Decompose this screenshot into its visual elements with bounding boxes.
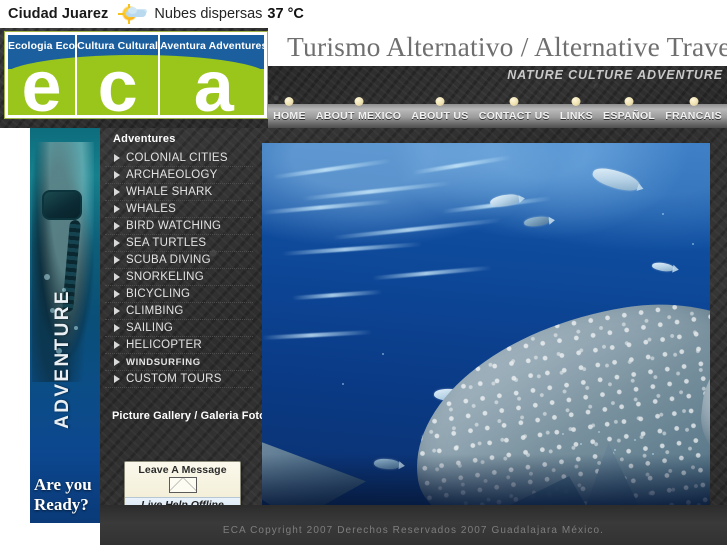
arrow-right-icon: [114, 222, 120, 230]
sidebar-title: Adventures: [113, 133, 176, 145]
sidebar-item-label: SEA TURTLES: [126, 237, 207, 249]
sidebar-item-bicycling[interactable]: BICYCLING: [105, 286, 253, 303]
arrow-right-icon: [114, 273, 120, 281]
nav-item-contact-us[interactable]: CONTACT US: [476, 97, 553, 122]
nav-item-label: ABOUT US: [411, 110, 469, 122]
adventure-banner[interactable]: ADVENTURE Are you Ready?: [30, 128, 100, 523]
nav-item-label: FRANCAIS: [665, 110, 722, 122]
nav-dot-icon: [571, 97, 581, 106]
arrow-right-icon: [114, 324, 120, 332]
sidebar-item-sea-turtles[interactable]: SEA TURTLES: [105, 235, 253, 252]
sidebar-item-label: WHALES: [126, 203, 177, 215]
sidebar-item-windsurfing[interactable]: WINDSURFING: [105, 354, 253, 371]
eca-logo[interactable]: Ecologia Eco e Cultura Cultural c Aventu…: [5, 32, 267, 118]
leave-a-message-button[interactable]: Leave A Message: [125, 462, 240, 497]
sidebar-item-archaeology[interactable]: ARCHAEOLOGY: [105, 167, 253, 184]
sidebar-item-label: CLIMBING: [126, 305, 184, 317]
weather-bar: Ciudad Juarez Nubes dispersas 37 °C: [0, 0, 727, 28]
footer-copyright: ECA Copyright 2007 Derechos Reservados 2…: [222, 525, 605, 536]
arrow-right-icon: [114, 239, 120, 247]
adventure-vertical-text: ADVENTURE: [52, 289, 73, 429]
arrow-right-icon: [114, 256, 120, 264]
nav-dot-icon: [435, 97, 445, 106]
sidebar-item-whales[interactable]: WHALES: [105, 201, 253, 218]
sidebar-item-label: COLONIAL CITIES: [126, 152, 228, 164]
sidebar-item-label: WHALE SHARK: [126, 186, 213, 198]
arrow-right-icon: [114, 188, 120, 196]
sidebar-item-bird-watching[interactable]: BIRD WATCHING: [105, 218, 253, 235]
sidebar-item-label: SNORKELING: [126, 271, 204, 283]
arrow-right-icon: [114, 375, 120, 383]
sidebar-item-label: CUSTOM TOURS: [126, 373, 222, 385]
arrow-right-icon: [114, 205, 120, 213]
nav-dot-icon: [284, 97, 294, 106]
nav-item-label: CONTACT US: [478, 110, 550, 122]
logo-cell-caption: Cultura Cultural: [77, 40, 159, 52]
sidebar-item-label: WINDSURFING: [126, 356, 201, 368]
logo-cell-letter: e: [21, 47, 62, 115]
nav-item-about-mexico[interactable]: ABOUT MEXICO: [313, 97, 404, 122]
weather-description: Nubes dispersas: [154, 6, 263, 22]
nav-dot-icon: [624, 97, 634, 106]
main-photo-frame[interactable]: [262, 143, 710, 505]
sidebar-item-helicopter[interactable]: HELICOPTER: [105, 337, 253, 354]
nav-dot-icon: [509, 97, 519, 106]
adventures-sidebar: Adventures COLONIAL CITIES ARCHAEOLOGY W…: [105, 128, 253, 390]
nav-item-label: LINKS: [559, 110, 593, 122]
deep-water-shade: [262, 454, 710, 505]
sidebar-item-snorkeling[interactable]: SNORKELING: [105, 269, 253, 286]
nav-dot-icon: [689, 97, 699, 106]
sidebar-item-custom-tours[interactable]: CUSTOM TOURS: [105, 371, 253, 388]
logo-cell-letter: c: [97, 47, 138, 115]
weather-city: Ciudad Juarez: [8, 6, 109, 22]
whale-shark-photo: [262, 143, 710, 505]
sidebar-item-label: BICYCLING: [126, 288, 191, 300]
nav-item-label: HOME: [273, 110, 306, 122]
arrow-right-icon: [114, 307, 120, 315]
page-root: Ciudad Juarez Nubes dispersas 37 °C Turi…: [0, 0, 727, 545]
envelope-icon: [168, 477, 197, 493]
logo-cell-caption: Aventura Adventures: [160, 40, 264, 52]
logo-cell-letter: a: [193, 47, 234, 115]
picture-gallery-link[interactable]: Picture Gallery / Galeria Fotos: [112, 410, 272, 422]
nav-item-francais[interactable]: FRANCAIS: [662, 97, 725, 122]
nav-item-about-us[interactable]: ABOUT US: [408, 97, 471, 122]
nav-item-label: ESPAÑOL: [603, 110, 656, 122]
nav-item-espanol[interactable]: ESPAÑOL: [600, 97, 658, 122]
sidebar-item-scuba-diving[interactable]: SCUBA DIVING: [105, 252, 253, 269]
logo-cell-caption: Ecologia Eco: [8, 40, 76, 52]
arrow-right-icon: [114, 341, 120, 349]
arrow-right-icon: [114, 358, 120, 366]
sidebar-item-label: SAILING: [126, 322, 174, 334]
sidebar-item-label: SCUBA DIVING: [126, 254, 211, 266]
logo-cell-ecologia[interactable]: Ecologia Eco e: [8, 35, 75, 115]
nav-item-links[interactable]: LINKS: [557, 97, 596, 122]
main-nav: HOME ABOUT MEXICO ABOUT US CONTACT US LI…: [268, 97, 727, 128]
water-particles: [262, 143, 710, 505]
adventure-cta-line1: Are you: [34, 475, 92, 494]
arrow-right-icon: [114, 154, 120, 162]
sidebar-item-whale-shark[interactable]: WHALE SHARK: [105, 184, 253, 201]
arrow-right-icon: [114, 171, 120, 179]
sidebar-item-label: BIRD WATCHING: [126, 220, 222, 232]
adventure-cta-line2: Ready?: [34, 495, 89, 514]
diving-mask-icon: [42, 190, 82, 220]
arrow-right-icon: [114, 290, 120, 298]
chat-title: Leave A Message: [138, 464, 227, 476]
logo-cell-aventura[interactable]: Aventura Adventures a: [158, 35, 264, 115]
sidebar-item-label: HELICOPTER: [126, 339, 202, 351]
nav-item-home[interactable]: HOME: [270, 97, 309, 122]
sidebar-item-sailing[interactable]: SAILING: [105, 320, 253, 337]
nav-item-label: ABOUT MEXICO: [315, 110, 402, 122]
adventure-cta: Are you Ready?: [34, 475, 100, 515]
sun-behind-cloud-icon: [117, 4, 147, 24]
sidebar-item-label: ARCHAEOLOGY: [126, 169, 218, 181]
sidebar-item-climbing[interactable]: CLIMBING: [105, 303, 253, 320]
page-title: Turismo Alternativo / Alternative Travel: [287, 31, 727, 62]
nav-dot-icon: [354, 97, 364, 106]
logo-cell-cultura[interactable]: Cultura Cultural c: [75, 35, 158, 115]
weather-temperature: 37 °C: [267, 6, 304, 22]
sidebar-item-colonial-cities[interactable]: COLONIAL CITIES: [105, 150, 253, 167]
site-tagline: NATURE CULTURE ADVENTURE: [507, 68, 723, 82]
